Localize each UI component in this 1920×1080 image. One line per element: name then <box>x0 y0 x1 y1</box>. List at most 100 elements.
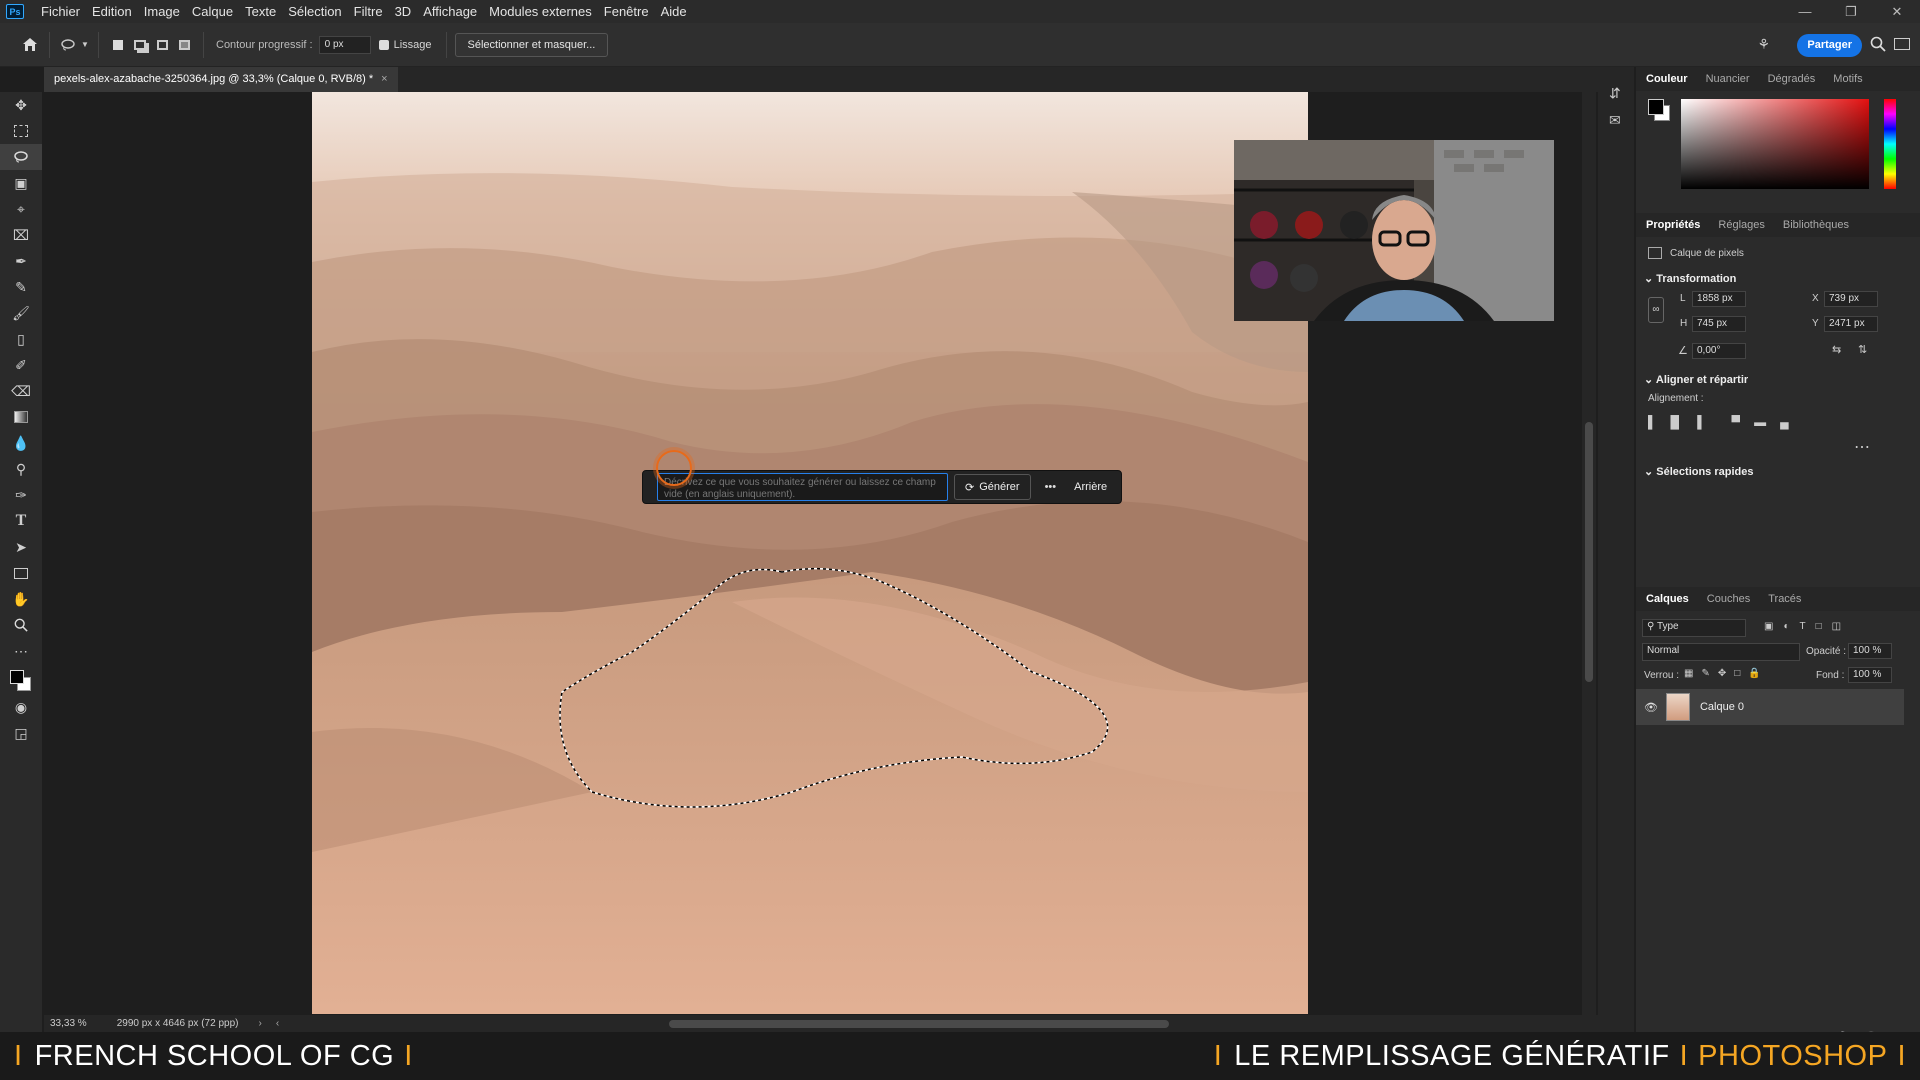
blend-mode-select[interactable]: Normal <box>1642 643 1800 661</box>
menu-image[interactable]: Image <box>138 4 186 19</box>
path-selection-tool-icon[interactable]: ➤ <box>0 534 42 560</box>
align-center-h-icon[interactable]: █ <box>1671 415 1680 429</box>
search-icon[interactable] <box>1870 36 1886 57</box>
flip-vertical-icon[interactable]: ⇅ <box>1858 343 1867 356</box>
generate-button[interactable]: ⟳ Générer <box>954 474 1031 500</box>
hand-tool-icon[interactable]: ✋ <box>0 586 42 612</box>
color-fg-swatch[interactable] <box>1648 99 1664 115</box>
clone-stamp-tool-icon[interactable]: ▯ <box>0 326 42 352</box>
filter-pixel-icon[interactable]: ▣ <box>1764 621 1773 632</box>
frame-tool-icon[interactable]: ⌧ <box>0 222 42 248</box>
filter-type-icon[interactable]: T <box>1800 621 1806 632</box>
menu-3d[interactable]: 3D <box>389 4 418 19</box>
comments-panel-icon[interactable]: ✉ <box>1609 112 1634 129</box>
visibility-eye-icon[interactable]: 👁 <box>1644 701 1658 714</box>
blur-tool-icon[interactable]: 💧 <box>0 430 42 456</box>
more-align-icon[interactable]: ⋯ <box>1854 437 1870 457</box>
align-bottom-icon[interactable]: ▄ <box>1780 415 1789 429</box>
intersect-selection-icon[interactable] <box>173 34 195 56</box>
tab-proprietes[interactable]: Propriétés <box>1646 219 1700 231</box>
minimize-icon[interactable]: — <box>1782 0 1828 23</box>
width-input[interactable]: 1858 px <box>1692 291 1746 307</box>
fill-input[interactable]: 100 % <box>1848 667 1892 683</box>
zoom-level[interactable]: 33,33 % <box>50 1018 87 1029</box>
workspace-icon[interactable] <box>1894 38 1910 50</box>
tab-calques[interactable]: Calques <box>1646 593 1689 605</box>
close-icon[interactable]: ✕ <box>1874 0 1920 23</box>
menu-affichage[interactable]: Affichage <box>417 4 483 19</box>
more-options-button[interactable]: ••• <box>1045 481 1057 493</box>
brush-tool-icon[interactable]: 🖌 <box>0 300 42 326</box>
align-section-header[interactable]: ⌄ Aligner et répartir <box>1644 373 1748 386</box>
menu-aide[interactable]: Aide <box>655 4 693 19</box>
y-input[interactable]: 2471 px <box>1824 316 1878 332</box>
menu-texte[interactable]: Texte <box>239 4 282 19</box>
object-selection-tool-icon[interactable]: ▣ <box>0 170 42 196</box>
eraser-tool-icon[interactable]: ⌫ <box>0 378 42 404</box>
add-to-selection-icon[interactable] <box>129 34 151 56</box>
color-swatches[interactable] <box>0 664 42 694</box>
lock-transparent-icon[interactable]: ▦ <box>1684 668 1693 679</box>
tab-motifs[interactable]: Motifs <box>1833 73 1862 85</box>
new-selection-icon[interactable] <box>107 34 129 56</box>
tab-couleur[interactable]: Couleur <box>1646 73 1688 85</box>
rectangle-tool-icon[interactable] <box>0 560 42 586</box>
restore-icon[interactable]: ❐ <box>1828 0 1874 23</box>
link-icon[interactable]: ∞ <box>1648 297 1664 323</box>
menu-selection[interactable]: Sélection <box>282 4 347 19</box>
align-left-icon[interactable]: ▌ <box>1648 415 1657 429</box>
height-input[interactable]: 745 px <box>1692 316 1746 332</box>
document-tab[interactable]: pexels-alex-azabache-3250364.jpg @ 33,3%… <box>44 67 398 92</box>
canvas-vertical-scrollbar[interactable] <box>1582 92 1596 1015</box>
horizontal-scrollbar-thumb[interactable] <box>669 1019 1170 1028</box>
screen-mode-icon[interactable]: ◲ <box>0 720 42 746</box>
lasso-tool-icon[interactable] <box>0 144 42 170</box>
menu-fichier[interactable]: Fichier <box>35 4 86 19</box>
menu-edition[interactable]: Edition <box>86 4 138 19</box>
layer-row[interactable]: 👁 Calque 0 <box>1636 689 1904 725</box>
flask-icon[interactable]: ⚘ <box>1757 36 1770 53</box>
opacity-input[interactable]: 100 % <box>1848 643 1892 659</box>
filter-smart-object-icon[interactable]: ◫ <box>1832 621 1841 632</box>
crop-tool-icon[interactable]: ⌖ <box>0 196 42 222</box>
more-tools-icon[interactable]: ⋯ <box>0 638 42 664</box>
hue-slider[interactable] <box>1884 99 1896 189</box>
pen-tool-icon[interactable]: ✑ <box>0 482 42 508</box>
foreground-color-icon[interactable] <box>10 670 24 684</box>
tab-degrades[interactable]: Dégradés <box>1768 73 1816 85</box>
close-tab-icon[interactable]: × <box>381 73 387 86</box>
lock-position-icon[interactable]: ✥ <box>1718 668 1726 679</box>
home-icon[interactable] <box>19 34 41 56</box>
align-top-icon[interactable]: ▀ <box>1732 415 1741 429</box>
move-tool-icon[interactable]: ✥ <box>0 92 42 118</box>
filter-adjustment-icon[interactable]: ◐ <box>1783 621 1789 632</box>
share-button[interactable]: Partager <box>1797 34 1862 57</box>
lock-image-icon[interactable]: ✎ <box>1701 668 1709 679</box>
gradient-tool-icon[interactable] <box>0 404 42 430</box>
quick-mask-icon[interactable]: ◉ <box>0 694 42 720</box>
scroll-left-icon[interactable]: ‹ <box>276 1018 279 1029</box>
menu-calque[interactable]: Calque <box>186 4 239 19</box>
tab-traces[interactable]: Tracés <box>1768 593 1801 605</box>
lock-artboard-icon[interactable]: □ <box>1734 668 1740 679</box>
lasso-tool-preset-icon[interactable] <box>58 34 80 56</box>
transform-section-header[interactable]: ⌄ Transformation <box>1644 272 1736 285</box>
back-button[interactable]: Arrière <box>1074 481 1107 493</box>
tab-bibliotheques[interactable]: Bibliothèques <box>1783 219 1849 231</box>
menu-filtre[interactable]: Filtre <box>348 4 389 19</box>
zoom-tool-icon[interactable] <box>0 612 42 638</box>
history-panel-icon[interactable]: ⇵ <box>1609 85 1634 102</box>
filter-shape-icon[interactable]: □ <box>1816 621 1822 632</box>
antialias-checkbox[interactable]: Lissage <box>378 39 432 51</box>
menu-modules-externes[interactable]: Modules externes <box>483 4 598 19</box>
status-chevron-icon[interactable]: › <box>258 1018 261 1029</box>
eyedropper-tool-icon[interactable]: ✒ <box>0 248 42 274</box>
angle-input[interactable]: 0,00° <box>1692 343 1746 359</box>
scrollbar-thumb[interactable] <box>1585 422 1593 682</box>
select-and-mask-button[interactable]: Sélectionner et masquer... <box>454 32 609 57</box>
subtract-from-selection-icon[interactable] <box>151 34 173 56</box>
x-input[interactable]: 739 px <box>1824 291 1878 307</box>
history-brush-tool-icon[interactable]: ✐ <box>0 352 42 378</box>
tab-nuancier[interactable]: Nuancier <box>1706 73 1750 85</box>
quick-selections-header[interactable]: ⌄ Sélections rapides <box>1644 465 1754 478</box>
